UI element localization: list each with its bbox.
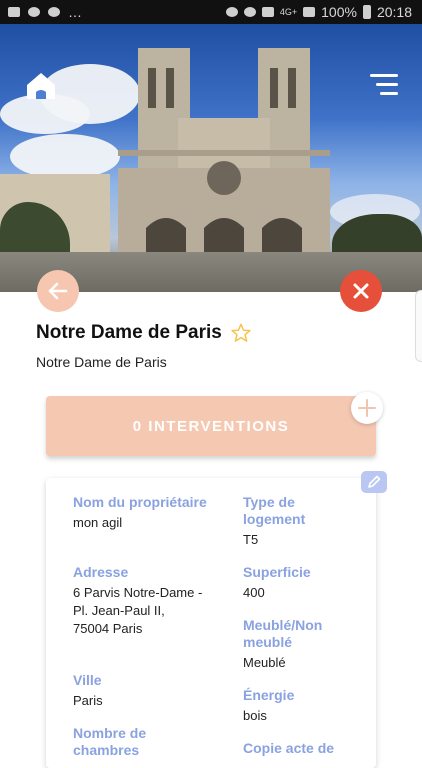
cloud <box>10 134 120 179</box>
interventions-label: 0 INTERVENTIONS <box>132 417 290 435</box>
notification-icons: … <box>0 4 82 20</box>
field-deed-copy: Copie acte de <box>243 740 383 760</box>
globe-icon <box>28 7 40 17</box>
field-city: Ville Paris <box>73 672 213 710</box>
field-label: Adresse <box>73 564 129 580</box>
signal-icon <box>303 7 316 17</box>
bluetooth-icon <box>225 7 238 17</box>
property-title: Notre Dame de Paris <box>36 322 222 343</box>
network-type: 4G+ <box>279 7 298 17</box>
menu-line <box>376 83 398 86</box>
image-icon <box>8 7 20 17</box>
house-icon[interactable] <box>24 68 58 102</box>
field-label: Copie acte de <box>243 740 335 756</box>
clock: 20:18 <box>376 4 412 20</box>
cathedral-illustration <box>118 48 330 258</box>
field-address: Adresse 6 Parvis Notre-Dame - Pl. Jean-P… <box>73 564 203 638</box>
field-label: Nom du propriétaire <box>73 494 207 510</box>
field-label: Type de logement <box>243 494 306 527</box>
menu-line <box>380 92 398 95</box>
field-bedrooms: Nombre de chambres <box>73 725 213 762</box>
battery-percent: 100% <box>321 4 357 20</box>
vibrate-icon <box>261 7 274 17</box>
system-icons: 4G+ 100% 20:18 <box>225 4 422 20</box>
field-label: Meublé/Non meublé <box>243 617 323 650</box>
close-icon <box>353 283 369 299</box>
field-label: Ville <box>73 672 102 688</box>
property-subtitle: Notre Dame de Paris <box>36 354 167 370</box>
hamburger-menu-icon[interactable] <box>370 74 398 96</box>
field-value: mon agil <box>73 515 123 530</box>
property-title-row: Notre Dame de Paris <box>36 322 252 344</box>
star-outline-icon[interactable] <box>230 322 252 344</box>
field-value: Paris <box>73 693 103 708</box>
field-label: Nombre de chambres <box>73 725 147 758</box>
alarm-icon <box>243 7 256 17</box>
field-owner: Nom du propriétaire mon agil <box>73 494 213 532</box>
menu-line <box>370 74 398 77</box>
battery-icon <box>362 5 371 19</box>
field-label: Énergie <box>243 687 295 703</box>
field-value: Meublé <box>243 655 286 670</box>
scroll-handle[interactable] <box>415 290 422 362</box>
field-value: bois <box>243 708 267 723</box>
field-surface: Superficie 400 <box>243 564 383 602</box>
interventions-button[interactable]: 0 INTERVENTIONS <box>46 396 376 456</box>
pencil-icon <box>368 475 381 488</box>
add-intervention-button[interactable] <box>351 392 383 424</box>
property-photo <box>0 24 422 292</box>
back-button[interactable] <box>37 270 79 312</box>
field-housing-type: Type de logement T5 <box>243 494 353 549</box>
field-value: 6 Parvis Notre-Dame - Pl. Jean-Paul II, … <box>73 585 203 636</box>
field-label: Superficie <box>243 564 311 580</box>
delete-button[interactable] <box>340 270 382 312</box>
arrow-left-icon <box>48 282 68 300</box>
plus-icon <box>358 399 376 417</box>
details-card: Nom du propriétaire mon agil Adresse 6 P… <box>46 478 376 768</box>
field-energy: Énergie bois <box>243 687 383 725</box>
twitter-icon <box>48 7 60 17</box>
field-furnished: Meublé/Non meublé Meublé <box>243 617 363 672</box>
more-notifications-icon: … <box>68 4 82 20</box>
field-value: T5 <box>243 532 259 547</box>
status-bar: … 4G+ 100% 20:18 <box>0 0 422 24</box>
field-value: 400 <box>243 585 265 600</box>
edit-details-button[interactable] <box>361 471 387 493</box>
